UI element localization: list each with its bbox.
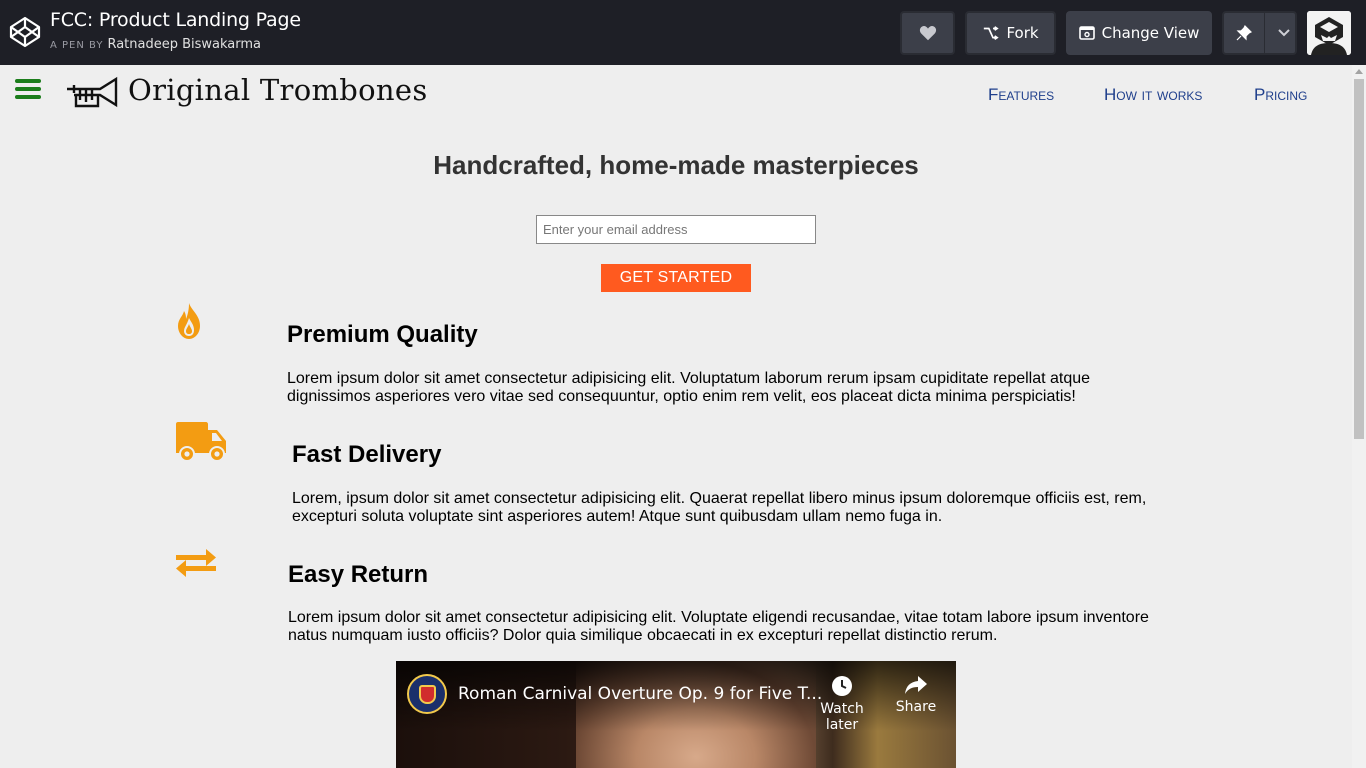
heart-icon: [919, 26, 936, 41]
feature-text: Lorem, ipsum dolor sit amet consectetur …: [292, 490, 1147, 525]
email-field[interactable]: [536, 215, 816, 244]
video-title[interactable]: Roman Carnival Overture Op. 9 for Five T…: [458, 684, 822, 704]
brand-name[interactable]: Original Trombones: [128, 73, 428, 107]
hero-title: Handcrafted, home-made masterpieces: [433, 150, 919, 180]
nav-link-pricing[interactable]: Pricing: [1254, 85, 1307, 105]
fork-label: Fork: [1006, 24, 1039, 42]
codepen-logo-icon[interactable]: [9, 16, 41, 48]
codepen-header: FCC: Product Landing Page A PEN BY Ratnad…: [0, 0, 1366, 65]
scrollbar-thumb[interactable]: [1354, 79, 1364, 439]
chevron-down-icon: [1277, 29, 1290, 37]
feature-title: Premium Quality: [287, 321, 478, 348]
channel-avatar[interactable]: [407, 674, 447, 714]
fork-icon: [984, 25, 1000, 40]
fire-icon: [178, 303, 200, 339]
feature-text: Lorem ipsum dolor sit amet consectetur a…: [287, 370, 1091, 405]
author-link[interactable]: Ratnadeep Biswakarma: [107, 37, 261, 52]
change-view-button[interactable]: Change View: [1066, 11, 1212, 55]
pin-button[interactable]: [1222, 11, 1297, 55]
nav-link-features[interactable]: Features: [988, 85, 1054, 105]
pen-byline: A PEN BY Ratnadeep Biswakarma: [50, 37, 261, 52]
pen-title[interactable]: FCC: Product Landing Page: [50, 9, 301, 31]
change-view-label: Change View: [1101, 24, 1200, 42]
get-started-button[interactable]: GET STARTED: [601, 264, 751, 292]
user-avatar[interactable]: [1307, 11, 1351, 55]
pin-toggle[interactable]: [1224, 13, 1266, 53]
layout-icon: [1078, 26, 1095, 40]
exchange-icon: [176, 549, 216, 577]
avatar-image-icon: [1307, 11, 1351, 55]
share-button[interactable]: Share: [893, 675, 939, 715]
clock-icon: [832, 676, 852, 696]
pin-icon: [1236, 25, 1253, 41]
fork-button[interactable]: Fork: [965, 11, 1056, 55]
byline-prefix: A PEN BY: [50, 40, 104, 51]
feature-title: Easy Return: [288, 561, 429, 588]
share-icon: [905, 676, 927, 694]
share-label: Share: [895, 699, 937, 715]
menu-toggle-icon[interactable]: [15, 79, 41, 99]
watch-later-label: Watch later: [820, 701, 864, 733]
preview-frame: Original Trombones Features How it works…: [0, 65, 1352, 768]
heart-button[interactable]: [900, 11, 955, 55]
watch-later-button[interactable]: Watch later: [804, 675, 880, 733]
page-scrollbar[interactable]: [1352, 65, 1366, 768]
scroll-up-arrow-icon[interactable]: [1355, 69, 1363, 74]
truck-icon: [176, 422, 226, 462]
trumpet-logo-icon[interactable]: [66, 76, 118, 112]
feature-text: Lorem ipsum dolor sit amet consectetur a…: [288, 609, 1149, 644]
pin-menu-toggle[interactable]: [1272, 13, 1295, 53]
feature-title: Fast Delivery: [292, 441, 442, 468]
video-player[interactable]: Roman Carnival Overture Op. 9 for Five T…: [396, 661, 956, 768]
nav-link-how-it-works[interactable]: How it works: [1104, 85, 1202, 105]
